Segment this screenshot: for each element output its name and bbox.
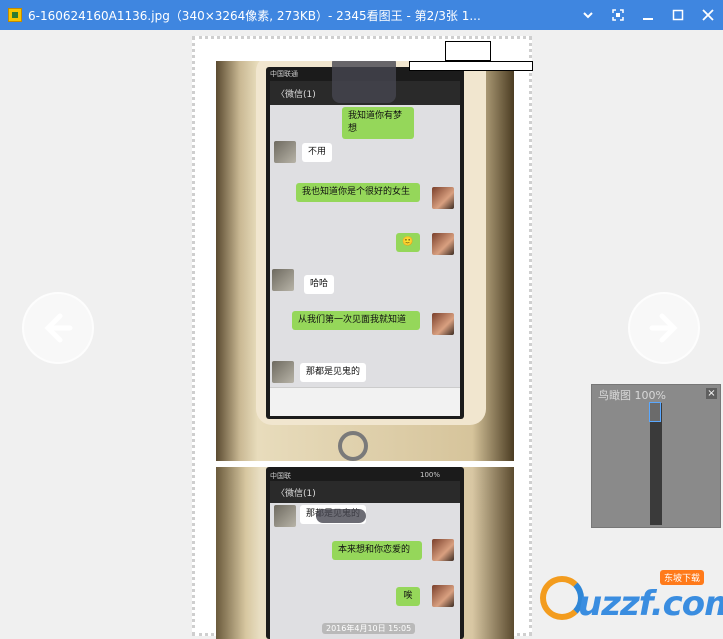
chat-bubble: 本来想和你恋爱的 [332, 541, 422, 560]
chat-timestamp: 2016年4月10日 15:05 [322, 623, 416, 634]
chat-bubble: 我也知道你是个很好的女生 [296, 183, 420, 202]
avatar [274, 505, 296, 527]
chat-header: 〈微信(1) [270, 481, 460, 503]
chat-bubble: 那都是见鬼的 [300, 363, 367, 382]
redaction-bar [409, 61, 533, 71]
chat-input-bar [270, 387, 460, 416]
window-title: 6-160624160A1136.jpg（340×3264像素, 273KB）-… [28, 8, 481, 23]
displayed-image: 中国联通 〈微信(1) 我知道你有梦想 不用 我也知道你是个很好的女生 🙂 哈哈… [192, 36, 533, 639]
blur-redaction [332, 61, 396, 103]
avatar [432, 313, 454, 335]
birdseye-panel[interactable]: 鸟瞰图 100% × [591, 384, 721, 528]
right-arrow-icon [649, 313, 678, 343]
photo-section-2: 中国联 100% 〈微信(1) 那都是见鬼的 本来想和你恋爱的 唉 2016年4… [216, 467, 514, 639]
app-icon [8, 8, 22, 22]
maximize-icon[interactable] [663, 0, 693, 30]
birdseye-title: 鸟瞰图 100% [598, 389, 666, 402]
title-bar: 6-160624160A1136.jpg（340×3264像素, 273KB）-… [0, 0, 723, 30]
site-watermark: uzzf.com 东坡下载 [540, 570, 723, 632]
avatar [432, 539, 454, 561]
chat-back-label: 〈微信(1) [276, 488, 316, 499]
close-icon[interactable] [693, 0, 723, 30]
chat-bubble: 不用 [302, 143, 333, 162]
avatar [272, 361, 294, 383]
avatar [274, 141, 296, 163]
birdseye-viewport[interactable] [649, 402, 661, 422]
photo-content: 中国联通 〈微信(1) 我知道你有梦想 不用 我也知道你是个很好的女生 🙂 哈哈… [216, 61, 514, 639]
photo-section-1: 中国联通 〈微信(1) 我知道你有梦想 不用 我也知道你是个很好的女生 🙂 哈哈… [216, 61, 514, 461]
blur-redaction [316, 509, 366, 523]
left-arrow-icon [44, 313, 73, 343]
minimize-icon[interactable] [633, 0, 663, 30]
next-image-button[interactable] [628, 292, 700, 364]
status-carrier: 中国联通 [270, 70, 298, 78]
chat-back-label: 〈微信(1) [276, 89, 316, 100]
window-controls [573, 0, 723, 30]
watermark-badge: 东坡下载 [660, 570, 705, 585]
chat-bubble: 唉 [396, 587, 420, 606]
prev-image-button[interactable] [22, 292, 94, 364]
avatar [432, 187, 454, 209]
watermark-brand: uzzf.com [578, 584, 723, 624]
chevron-down-icon[interactable] [573, 0, 603, 30]
phone-home-button [338, 431, 368, 461]
avatar [432, 585, 454, 607]
image-viewer-stage: 中国联通 〈微信(1) 我知道你有梦想 不用 我也知道你是个很好的女生 🙂 哈哈… [0, 30, 723, 639]
avatar [272, 269, 294, 291]
redaction-box [445, 41, 491, 61]
chat-area: 我知道你有梦想 不用 我也知道你是个很好的女生 🙂 哈哈 从我们第一次见面我就知… [270, 105, 460, 387]
fullscreen-icon[interactable] [603, 0, 633, 30]
chat-area: 那都是见鬼的 本来想和你恋爱的 唉 2016年4月10日 15:05 [270, 503, 460, 639]
chat-bubble: 我知道你有梦想 [342, 107, 414, 139]
close-icon[interactable]: × [706, 388, 717, 399]
avatar [432, 233, 454, 255]
chat-bubble: 哈哈 [304, 275, 335, 294]
chat-bubble: 🙂 [396, 233, 420, 252]
chat-bubble: 从我们第一次见面我就知道 [292, 311, 420, 330]
